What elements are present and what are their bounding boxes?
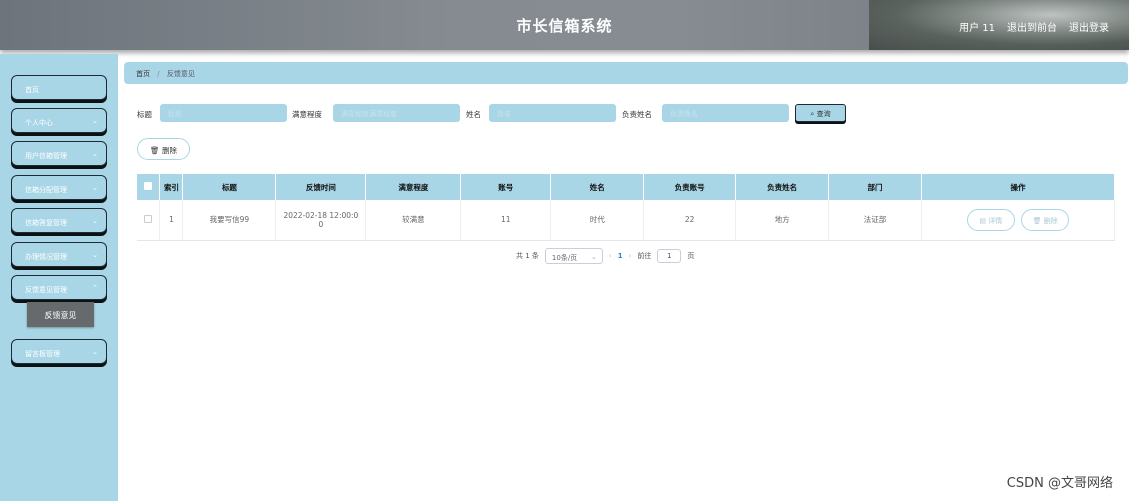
title-label: 标题 [137, 110, 152, 119]
select-all-checkbox[interactable] [144, 182, 153, 190]
column-header: 标题 [182, 174, 277, 200]
column-header: 负责账号 [643, 174, 737, 200]
owner-name-input[interactable]: 负责姓名 [662, 104, 789, 122]
goto-label: 前往 [637, 252, 652, 260]
page-unit-label: 页 [687, 252, 695, 260]
name-input[interactable]: 姓名 [489, 104, 616, 122]
cell-title: 我要写信99 [182, 200, 277, 241]
query-button-label: 查询 [816, 110, 831, 118]
chevron-down-icon: ⌄ [92, 348, 98, 356]
column-header: 负责姓名 [735, 174, 830, 200]
chevron-up-icon: ⌃ [92, 284, 98, 292]
time-line: 2022-02-18 12:00:0 [283, 210, 359, 220]
satisfaction-label: 满意程度 [292, 110, 322, 119]
cell-department: 法证部 [828, 200, 922, 241]
back-to-front-link[interactable]: 退出到前台 [1007, 19, 1057, 34]
table-header-row: 索引 标题 反馈时间 满意程度 账号 姓名 负责账号 负责姓名 部门 操作 [137, 174, 1116, 200]
chevron-down-icon: ⌄ [92, 217, 98, 225]
breadcrumb-current: 反馈意见 [166, 70, 195, 78]
chevron-down-icon: ⌄ [92, 184, 98, 192]
column-header: 索引 [159, 174, 184, 200]
cell-index: 1 [159, 200, 184, 241]
sidebar-item-label: 个人中心 [25, 119, 53, 127]
row-checkbox[interactable] [144, 214, 153, 223]
breadcrumb-home[interactable]: 首页 [136, 70, 150, 78]
user-name[interactable]: 用户 11 [959, 19, 995, 34]
feedback-table: 索引 标题 反馈时间 满意程度 账号 姓名 负责账号 负责姓名 部门 操作 1 … [137, 174, 1116, 241]
detail-label: 详情 [988, 216, 1003, 225]
detail-button[interactable]: ▤ 详情 [966, 208, 1015, 231]
page-size-select[interactable]: 10条/页 ⌄ [544, 248, 603, 264]
document-icon: ▤ [979, 216, 986, 225]
row-delete-button[interactable]: 🗑 删除 [1021, 208, 1070, 231]
table-row: 1 我要写信99 2022-02-18 12:00:0 0 较满意 11 时代 2… [137, 200, 1116, 241]
prev-page-icon[interactable]: ‹ [609, 252, 612, 260]
column-header: 操作 [921, 174, 1116, 200]
sidebar-item-label: 留言板管理 [25, 350, 60, 358]
logout-link[interactable]: 退出登录 [1069, 19, 1109, 34]
time-line: 0 [318, 219, 324, 229]
owner-name-label: 负责姓名 [622, 110, 652, 119]
satisfaction-input[interactable]: 满意程度满意程度 [333, 104, 460, 122]
sidebar-item-message-board[interactable]: 留言板管理 ⌄ [11, 339, 107, 364]
breadcrumb: 首页 / 反馈意见 [124, 62, 1128, 84]
app-root: 市长信箱系统 用户 11 退出到前台 退出登录 首页 个人中心 ⌄ 用户信箱管理 ⌄… [0, 0, 1129, 501]
cell-actions: ▤ 详情 🗑 删除 [921, 200, 1116, 241]
trash-icon: 🗑 [150, 146, 160, 155]
sidebar-item-user-mailbox[interactable]: 用户信箱管理 ⌄ [11, 141, 107, 166]
submenu-feedback[interactable]: 反馈意见 [27, 302, 94, 327]
query-button[interactable]: ⌕ 查询 [795, 104, 846, 122]
sidebar-item-label: 反馈意见管理 [25, 286, 67, 294]
trash-icon: 🗑 [1032, 216, 1042, 225]
cell-time: 2022-02-18 12:00:0 0 [275, 200, 367, 241]
delete-button[interactable]: 🗑 删除 [137, 138, 190, 160]
column-header: 姓名 [550, 174, 645, 200]
total-count: 共 1 条 [516, 252, 539, 260]
next-page-icon[interactable]: › [629, 252, 632, 260]
name-label: 姓名 [466, 110, 481, 119]
cell-name: 时代 [550, 200, 645, 241]
breadcrumb-separator: / [157, 70, 160, 78]
sidebar-item-label: 信箱答复管理 [25, 219, 67, 227]
sidebar-item-home[interactable]: 首页 [11, 75, 107, 100]
chevron-down-icon: ⌄ [591, 253, 597, 261]
chevron-down-icon: ⌄ [92, 117, 98, 125]
sidebar-item-label: 信箱分配管理 [25, 186, 67, 194]
sidebar-item-label: 用户信箱管理 [25, 152, 67, 160]
sidebar-item-mailbox-assign[interactable]: 信箱分配管理 ⌄ [11, 175, 107, 200]
sidebar-item-feedback[interactable]: 反馈意见管理 ⌃ [11, 275, 107, 300]
search-icon: ⌕ [810, 110, 815, 118]
chevron-down-icon: ⌄ [92, 251, 98, 259]
sidebar-item-handling[interactable]: 办理情况管理 ⌄ [11, 242, 107, 267]
pagination: 共 1 条 10条/页 ⌄ ‹ 1 › 前往 1 页 [516, 248, 694, 264]
sidebar-item-personal-center[interactable]: 个人中心 ⌄ [11, 108, 107, 133]
cell-account: 11 [460, 200, 552, 241]
chevron-down-icon: ⌄ [92, 150, 98, 158]
page-number[interactable]: 1 [618, 252, 623, 260]
top-header: 市长信箱系统 用户 11 退出到前台 退出登录 [0, 0, 1129, 50]
column-header: 部门 [828, 174, 922, 200]
row-select-cell[interactable] [137, 200, 161, 241]
column-header: 账号 [460, 174, 552, 200]
cell-owner-name: 地方 [735, 200, 830, 241]
goto-page-input[interactable]: 1 [657, 249, 682, 263]
page-size-value: 10条/页 [551, 254, 578, 262]
cell-owner-account: 22 [643, 200, 737, 241]
sidebar: 首页 个人中心 ⌄ 用户信箱管理 ⌄ 信箱分配管理 ⌄ 信箱答复管理 ⌄ 办理情况管理 ⌄… [0, 54, 118, 501]
row-delete-label: 删除 [1043, 216, 1058, 225]
title-input[interactable]: 标题 [160, 104, 287, 122]
cell-satisfaction: 较满意 [365, 200, 462, 241]
delete-button-label: 删除 [161, 146, 177, 155]
sidebar-item-label: 办理情况管理 [25, 253, 67, 261]
watermark: CSDN @文哥网络 [1006, 476, 1113, 491]
select-all-cell[interactable] [137, 174, 161, 200]
sidebar-item-mailbox-reply[interactable]: 信箱答复管理 ⌄ [11, 208, 107, 233]
header-actions: 用户 11 退出到前台 退出登录 [959, 19, 1109, 34]
sidebar-item-label: 首页 [25, 86, 39, 94]
column-header: 满意程度 [365, 174, 462, 200]
column-header: 反馈时间 [275, 174, 367, 200]
